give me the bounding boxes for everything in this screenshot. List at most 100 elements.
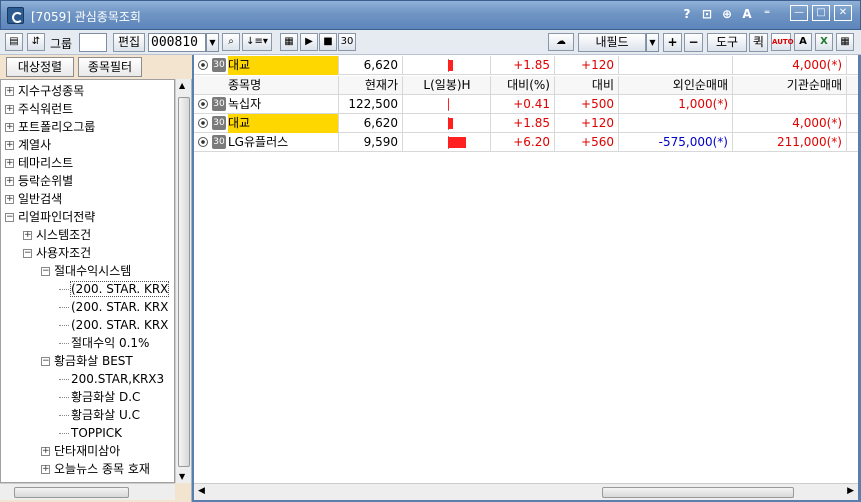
column-header[interactable]: 대비(%): [492, 76, 554, 95]
expand-icon[interactable]: +: [5, 141, 14, 150]
column-header[interactable]: 현재가: [340, 76, 402, 95]
app-icon: [7, 7, 24, 24]
tree-item[interactable]: + 등락순위별: [5, 172, 73, 190]
column-header[interactable]: 기관순매매: [734, 76, 846, 95]
column-header[interactable]: 외인순매매: [620, 76, 732, 95]
minimize-button[interactable]: —: [790, 5, 808, 21]
row-select-radio[interactable]: [198, 99, 208, 109]
expand-icon[interactable]: +: [5, 123, 14, 132]
auto-button[interactable]: AUTO: [771, 33, 794, 51]
row-select-radio[interactable]: [198, 137, 208, 147]
table-row[interactable]: 30 LG유플러스 9,590 +6.20 +560 -575,000(*) 211,000…: [194, 133, 858, 152]
tools-button[interactable]: 도구: [707, 33, 747, 52]
tree-item[interactable]: + 계열사: [5, 136, 51, 154]
excel-icon[interactable]: X: [815, 33, 833, 51]
tree-item[interactable]: − 리얼파인더전략: [5, 208, 95, 226]
code-dropdown-icon[interactable]: ▼: [206, 33, 219, 52]
search-icon[interactable]: ⌕: [222, 33, 240, 51]
stop-button[interactable]: ■: [319, 33, 337, 51]
tree-item[interactable]: + 주식워런트: [5, 100, 73, 118]
field-select[interactable]: 내필드: [578, 33, 646, 52]
expand-icon[interactable]: +: [41, 465, 50, 474]
tab-sort-target[interactable]: 대상정렬: [6, 57, 74, 77]
stock-name: 대교: [228, 56, 338, 75]
font-size-icon[interactable]: A: [741, 7, 753, 21]
tree-connector: [59, 343, 69, 344]
table-row[interactable]: 30 녹십자 122,500 +0.41 +500 1,000(*): [194, 95, 858, 114]
column-header[interactable]: 대비: [556, 76, 618, 95]
collapse-icon[interactable]: −: [5, 213, 14, 222]
maximize-button[interactable]: □: [812, 5, 830, 21]
sort-icon[interactable]: ⇵: [27, 33, 45, 51]
grid-scroll-thumb[interactable]: [602, 487, 794, 498]
scroll-left-icon[interactable]: ◀: [198, 486, 205, 496]
tree-item[interactable]: (200. STAR. KRX: [59, 280, 170, 298]
tree-item[interactable]: + 지수구성종목: [5, 82, 84, 100]
tree-item[interactable]: (200. STAR. KRX: [59, 298, 168, 316]
scroll-right-icon[interactable]: ▶: [847, 486, 854, 496]
tree-item[interactable]: − 절대수익시스템: [41, 262, 131, 280]
tree-horizontal-scrollbar[interactable]: [0, 483, 175, 500]
tree-item[interactable]: TOPPICK: [59, 424, 122, 442]
tree-scroll-thumb[interactable]: [178, 97, 190, 467]
menu-icon[interactable]: ⁼: [761, 7, 773, 21]
collapse-icon[interactable]: −: [23, 249, 32, 258]
expand-icon[interactable]: +: [5, 159, 14, 168]
column-header[interactable]: 종목명: [228, 76, 338, 95]
column-header[interactable]: L(일봉)H: [404, 76, 490, 95]
table-row[interactable]: 30 대교 6,620 +1.85 +120 4,000(*): [194, 114, 858, 133]
cloud-icon[interactable]: ☁: [548, 33, 574, 51]
code-input[interactable]: 000810: [148, 33, 206, 52]
layout-icon[interactable]: ▤: [5, 33, 23, 51]
grid-horizontal-scrollbar[interactable]: ◀ ▶: [194, 483, 858, 500]
tree-item[interactable]: 황금화살 U.C: [59, 406, 140, 424]
tree-item[interactable]: 황금화살 D.C: [59, 388, 140, 406]
tree-item[interactable]: + 단타재미삼아: [41, 442, 120, 460]
tree-item[interactable]: − 사용자조건: [23, 244, 91, 262]
tree-item[interactable]: − 황금화살 BEST: [41, 352, 133, 370]
remove-button[interactable]: −: [684, 33, 703, 52]
settings-grid-icon[interactable]: ▦: [836, 33, 854, 51]
expand-icon[interactable]: +: [5, 105, 14, 114]
scroll-up-icon[interactable]: ▲: [179, 81, 185, 90]
add-button[interactable]: +: [663, 33, 682, 52]
link-icon[interactable]: ⊕: [721, 7, 733, 21]
play-button[interactable]: ▶: [300, 33, 318, 51]
row-select-radio[interactable]: [198, 60, 208, 70]
expand-icon[interactable]: +: [41, 447, 50, 456]
pinned-row[interactable]: 30 대교 6,620 +1.85 +120 4,000(*): [194, 56, 858, 75]
expand-icon[interactable]: +: [5, 87, 14, 96]
collapse-icon[interactable]: −: [41, 357, 50, 366]
group-input[interactable]: [79, 33, 107, 52]
scroll-down-icon[interactable]: ▼: [179, 472, 185, 481]
tree-item[interactable]: 200.STAR,KRX3: [59, 370, 164, 388]
close-button[interactable]: ✕: [834, 5, 852, 21]
category-tree[interactable]: + 지수구성종목 + 주식워런트 + 포트폴리오그룹 + 계열사 + 테마리스트 + 등락순위별 + 일반…: [0, 79, 175, 483]
tree-item[interactable]: + 포트폴리오그룹: [5, 118, 95, 136]
expand-icon[interactable]: +: [5, 177, 14, 186]
tree-item[interactable]: + 시스템조건: [23, 226, 91, 244]
tree-item[interactable]: 절대수익 0.1%: [59, 334, 149, 352]
edit-button[interactable]: 편집: [113, 33, 145, 52]
tree-hscroll-thumb[interactable]: [14, 487, 129, 498]
font-button[interactable]: A: [794, 33, 812, 51]
help-icon[interactable]: ?: [681, 7, 693, 21]
tree-vertical-scrollbar[interactable]: ▲ ▼: [175, 79, 191, 483]
grid-icon[interactable]: ▦: [280, 33, 298, 51]
tree-item[interactable]: + 일반검색: [5, 190, 62, 208]
expand-icon[interactable]: +: [5, 195, 14, 204]
interval-button[interactable]: 30: [338, 33, 356, 51]
collapse-icon[interactable]: −: [41, 267, 50, 276]
expand-icon[interactable]: +: [23, 231, 32, 240]
sort-order-icon[interactable]: ↓≡▾: [242, 33, 272, 51]
tab-stock-filter[interactable]: 종목필터: [78, 57, 142, 77]
row-select-radio[interactable]: [198, 118, 208, 128]
window-icon[interactable]: ⊡: [701, 7, 713, 21]
tree-item[interactable]: + 오늘뉴스 종목 호재: [41, 460, 150, 478]
change-value: +120: [581, 58, 614, 72]
field-dropdown-icon[interactable]: ▼: [646, 33, 659, 52]
tree-item[interactable]: (200. STAR. KRX: [59, 316, 168, 334]
quick-button[interactable]: 퀵: [749, 33, 768, 52]
range-bar-cell: [404, 95, 490, 114]
tree-item[interactable]: + 테마리스트: [5, 154, 73, 172]
